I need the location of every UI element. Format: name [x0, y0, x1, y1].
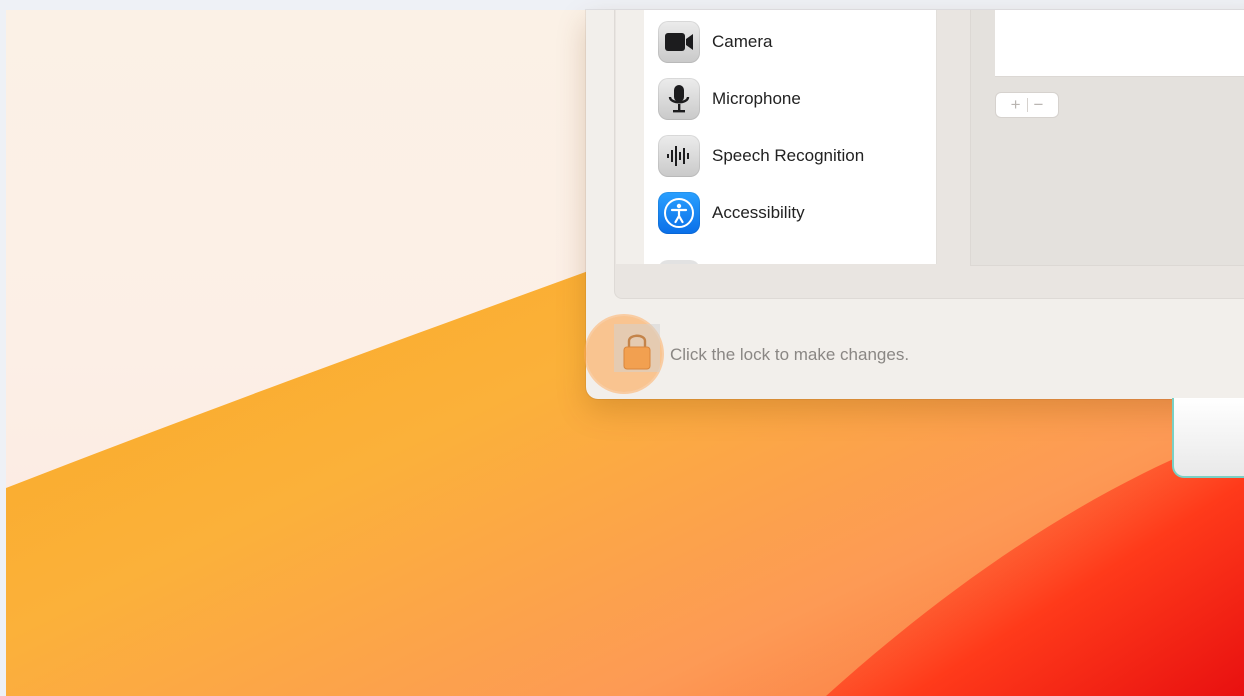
list-item-camera[interactable]: Camera	[658, 20, 772, 64]
list-item-label: Microphone	[712, 89, 801, 108]
remove-button[interactable]: −	[1028, 95, 1050, 115]
microphone-icon	[658, 78, 700, 120]
lock-message: Click the lock to make changes.	[670, 345, 910, 364]
accessibility-icon	[658, 192, 700, 234]
security-privacy-window: Camera Microphone Speech Recognition Acc…	[586, 10, 1244, 399]
app-permission-list[interactable]	[995, 10, 1244, 77]
list-item-label: Accessibility	[712, 203, 805, 222]
add-remove-control: + −	[995, 92, 1059, 118]
app-permission-pane: + −	[970, 10, 1244, 266]
privacy-category-list[interactable]: Camera Microphone Speech Recognition Acc…	[644, 10, 937, 264]
lock-icon[interactable]	[620, 330, 654, 370]
list-item-accessibility[interactable]: Accessibility	[658, 191, 805, 235]
add-button[interactable]: +	[1005, 95, 1027, 115]
background-window-edge	[1172, 398, 1244, 478]
speech-recognition-icon	[658, 135, 700, 177]
privacy-sidebar: Camera Microphone Speech Recognition Acc…	[616, 10, 937, 264]
list-item-label: Camera	[712, 32, 773, 51]
partial-list-item-icon	[658, 260, 700, 264]
camera-icon	[658, 21, 700, 63]
list-item-microphone[interactable]: Microphone	[658, 77, 801, 121]
list-item-label: Speech Recognition	[712, 146, 865, 165]
list-item-speech-recognition[interactable]: Speech Recognition	[658, 134, 864, 178]
